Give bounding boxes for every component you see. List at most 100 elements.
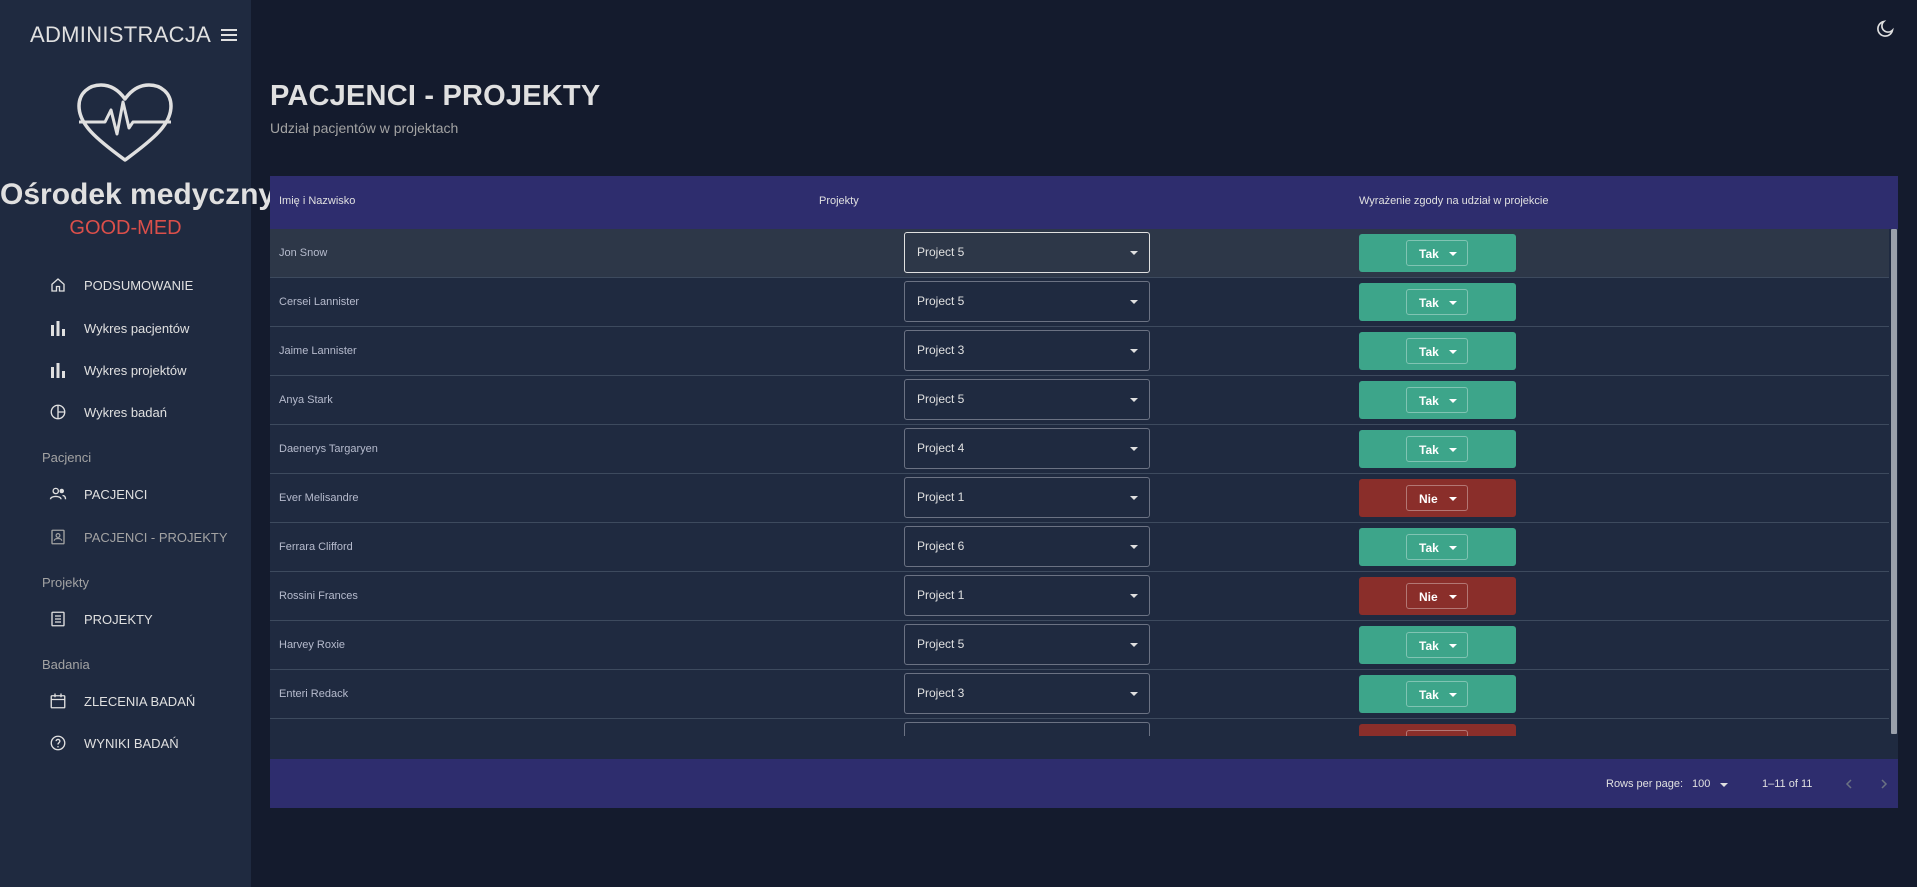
consent-cell: Tak (1359, 332, 1516, 370)
consent-select[interactable]: Nie (1406, 583, 1468, 609)
patient-name: Jaime Lannister (279, 345, 357, 357)
table-row[interactable]: Daenerys Targaryen Project 4 Tak (270, 425, 1889, 474)
people-icon (48, 484, 68, 504)
column-header-projects[interactable]: Projekty (819, 195, 859, 207)
project-select[interactable]: Project 6 (904, 526, 1150, 567)
chevron-right-icon (1881, 779, 1888, 789)
sidebar-item-wykres-badan[interactable]: Wykres badań (48, 401, 167, 423)
project-select[interactable]: Project 1 (904, 575, 1150, 616)
scrollbar-thumb[interactable] (1891, 229, 1897, 734)
chevron-down-icon (1449, 448, 1457, 452)
project-select[interactable]: Project 5 (904, 281, 1150, 322)
chevron-down-icon (1449, 350, 1457, 354)
previous-page-button[interactable] (1839, 774, 1859, 794)
grid-footer: Rows per page: 100 1–11 of 11 (270, 759, 1898, 808)
table-row[interactable]: Anya Stark Project 5 Tak (270, 376, 1889, 425)
project-select[interactable]: Project 1 (904, 477, 1150, 518)
consent-select[interactable]: Tak (1406, 534, 1468, 560)
consent-cell: Tak (1359, 283, 1516, 321)
consent-select[interactable]: Tak (1406, 681, 1468, 707)
consent-cell: Tak (1359, 234, 1516, 272)
consent-value: Nie (1419, 492, 1438, 506)
section-pacjenci: Pacjenci (42, 450, 92, 465)
project-value: Project 5 (917, 294, 965, 308)
project-select[interactable]: Project 3 (904, 673, 1150, 714)
consent-value: Tak (1419, 541, 1439, 555)
chevron-down-icon (1130, 349, 1138, 353)
table-row[interactable]: Steve GoodmanProject 2Nie (270, 719, 1889, 736)
consent-select[interactable]: Tak (1406, 289, 1468, 315)
dark-mode-toggle[interactable] (1875, 17, 1897, 39)
table-row[interactable]: Ferrara Clifford Project 6 Tak (270, 523, 1889, 572)
data-grid: Imię i Nazwisko Projekty Wyrażenie zgody… (270, 176, 1898, 808)
chevron-down-icon (1130, 447, 1138, 451)
consent-select[interactable]: Tak (1406, 387, 1468, 413)
project-value: Project 6 (917, 539, 965, 553)
patient-name: Jon Snow (279, 247, 328, 259)
consent-select[interactable]: Tak (1406, 240, 1468, 266)
chevron-down-icon (1130, 398, 1138, 402)
project-value: Project 5 (917, 637, 965, 651)
sidebar-item-label: PACJENCI - PROJEKTY (84, 529, 228, 545)
vertical-scrollbar[interactable] (1890, 229, 1898, 736)
table-row[interactable]: Cersei Lannister Project 5 Tak (270, 278, 1889, 327)
chevron-down-icon (1130, 496, 1138, 500)
project-select[interactable]: Project 5 (904, 232, 1150, 273)
project-select[interactable]: Project 3 (904, 330, 1150, 371)
consent-select[interactable]: Tak (1406, 338, 1468, 364)
sidebar-item-label: PROJEKTY (84, 611, 153, 627)
sidebar-item-zlecenia-badan[interactable]: ZLECENIA BADAŃ (48, 690, 195, 712)
table-row[interactable]: Ever Melisandre Project 1 Nie (270, 474, 1889, 523)
consent-cell: Nie (1359, 479, 1516, 517)
chevron-down-icon (1130, 692, 1138, 696)
column-header-name[interactable]: Imię i Nazwisko (279, 195, 355, 207)
sidebar-item-wykres-pacjentow[interactable]: Wykres pacjentów (48, 317, 189, 339)
rows-per-page-select[interactable]: 100 (1692, 774, 1734, 794)
consent-value: Tak (1419, 296, 1439, 310)
help-icon (48, 733, 68, 753)
sidebar-item-wykres-projektow[interactable]: Wykres projektów (48, 359, 186, 381)
chevron-down-icon (1449, 399, 1457, 403)
chevron-down-icon (1449, 301, 1457, 305)
section-projekty: Projekty (42, 575, 89, 590)
chevron-down-icon (1130, 545, 1138, 549)
table-row[interactable]: Jaime Lannister Project 3 Tak (270, 327, 1889, 376)
org-name: Ośrodek medyczny (0, 178, 276, 211)
grid-header: Imię i Nazwisko Projekty Wyrażenie zgody… (270, 176, 1898, 229)
project-value: Project 1 (917, 490, 965, 504)
project-select[interactable]: Project 4 (904, 428, 1150, 469)
chevron-down-icon (1449, 252, 1457, 256)
next-page-button[interactable] (1874, 774, 1894, 794)
project-select[interactable]: Project 5 (904, 624, 1150, 665)
consent-select[interactable]: Nie (1406, 485, 1468, 511)
consent-cell: Tak (1359, 430, 1516, 468)
sidebar-item-wyniki-badan[interactable]: WYNIKI BADAŃ (48, 732, 179, 754)
table-row[interactable]: Enteri Redack Project 3 Tak (270, 670, 1889, 719)
chevron-down-icon (1130, 251, 1138, 255)
consent-select[interactable]: Tak (1406, 436, 1468, 462)
column-header-consent[interactable]: Wyrażenie zgody na udział w projekcie (1359, 195, 1548, 207)
menu-icon[interactable] (221, 29, 238, 41)
project-value: Project 3 (917, 686, 965, 700)
sidebar-item-label: Wykres pacjentów (84, 320, 190, 336)
project-value: Project 3 (917, 343, 965, 357)
table-row[interactable]: Jon Snow Project 5 Tak (270, 229, 1889, 278)
pie-chart-icon (48, 402, 68, 422)
sidebar-item-pacjenci-projekty[interactable]: PACJENCI - PROJEKTY (48, 526, 228, 548)
consent-select[interactable]: Nie (1406, 730, 1468, 736)
consent-select[interactable]: Tak (1406, 632, 1468, 658)
brand-title: ADMINISTRACJA (30, 22, 212, 47)
sidebar-item-podsumowanie[interactable]: PODSUMOWANIE (48, 274, 193, 296)
consent-value: Tak (1419, 247, 1439, 261)
table-row[interactable]: Rossini Frances Project 1 Nie (270, 572, 1889, 621)
sidebar-item-pacjenci[interactable]: PACJENCI (48, 483, 147, 505)
sidebar-item-projekty[interactable]: PROJEKTY (48, 608, 153, 630)
table-row[interactable]: Harvey Roxie Project 5 Tak (270, 621, 1889, 670)
sidebar-brand: ADMINISTRACJA (30, 22, 238, 48)
patient-name: Daenerys Targaryen (279, 443, 378, 455)
rows-per-page-value: 100 (1692, 778, 1711, 790)
project-select[interactable]: Project 5 (904, 379, 1150, 420)
project-select[interactable]: Project 2 (904, 722, 1150, 736)
chevron-down-icon (1130, 594, 1138, 598)
consent-cell: Tak (1359, 626, 1516, 664)
